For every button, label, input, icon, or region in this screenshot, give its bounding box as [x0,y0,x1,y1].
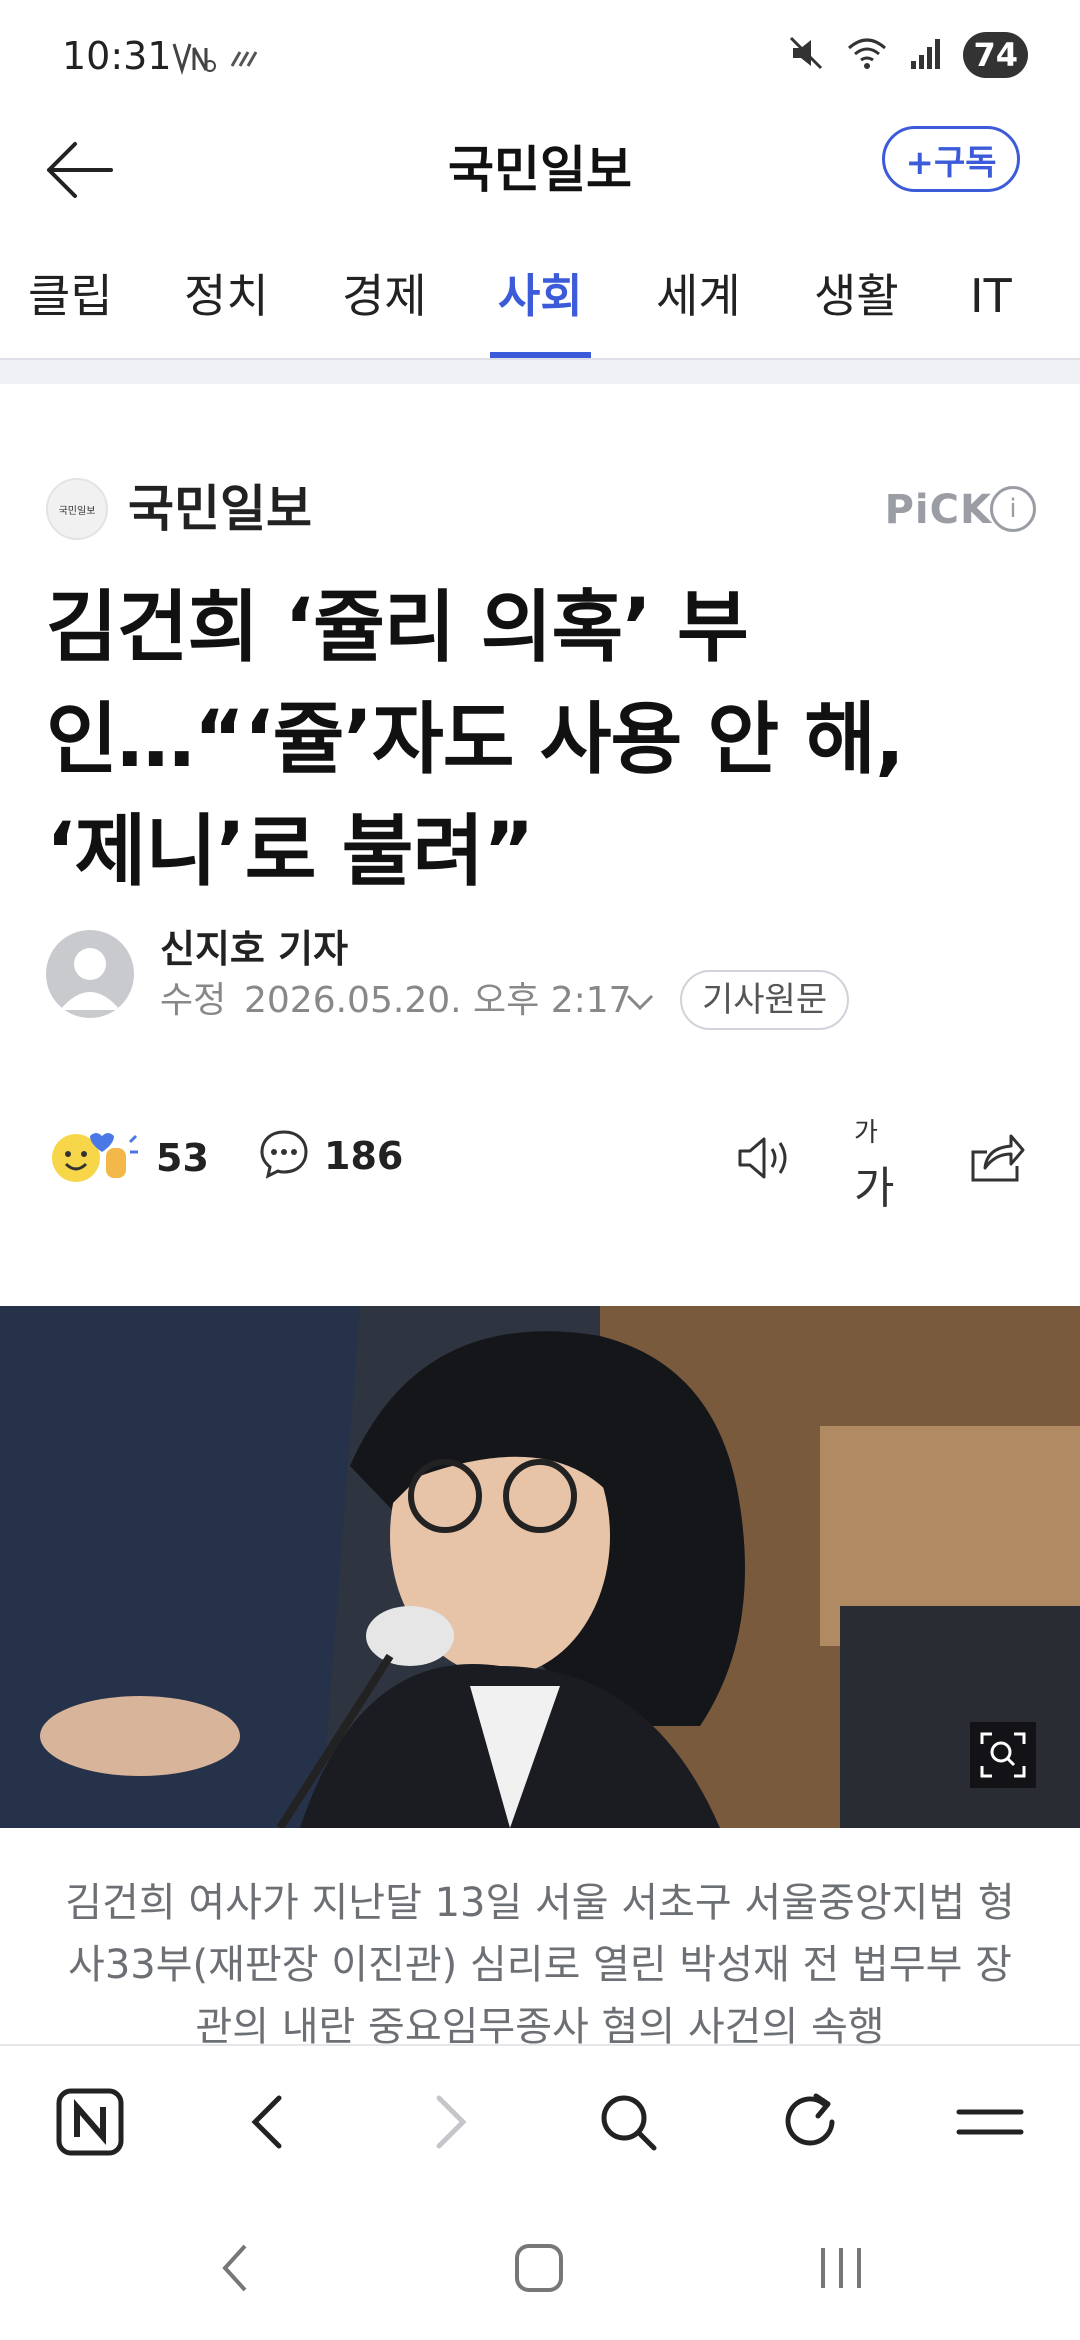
headline-line: 김건희 ‘쥴리 의혹’ 부 [46,583,749,673]
article-photo[interactable] [0,1306,1080,1828]
tab-it[interactable]: IT [970,240,1012,358]
comment-count: 186 [324,1134,404,1178]
data-icon [228,46,260,74]
chevron-down-icon[interactable] [620,986,660,1020]
tab-world[interactable]: 세계 [656,240,741,358]
info-icon[interactable]: i [990,486,1036,532]
status-bar: 10:31 74 [0,0,1080,110]
share-icon [971,1134,1025,1182]
menu-icon [956,2109,1024,2135]
press-row: 국민일보 국민일보 PiCK i [46,476,1036,546]
tab-life[interactable]: 생활 [814,240,899,358]
status-right-icons: 74 [787,32,1028,78]
article-actions: 53 186 가가 [46,1118,1036,1214]
refresh-button[interactable] [768,2080,852,2164]
search-button[interactable] [586,2080,670,2164]
home-square-icon [515,2244,563,2292]
pick-badge: PiCK [884,487,992,533]
avatar[interactable] [46,930,134,1018]
font-size-button[interactable]: 가가 [854,1118,918,1214]
tab-society[interactable]: 사회 [490,240,591,358]
mute-icon [787,34,825,76]
comment-icon [258,1128,310,1184]
status-left-icons [172,40,260,80]
edit-label: 수정 [160,980,227,1021]
zoom-button[interactable] [970,1722,1036,1788]
signal-icon [909,35,943,75]
original-article-button[interactable]: 기사원문 [680,970,850,1030]
tab-politics[interactable]: 정치 [184,240,269,358]
press-name[interactable]: 국민일보 [128,476,312,542]
naver-icon [56,2088,124,2156]
emoji-reaction-icon [50,1128,142,1188]
system-back-button[interactable] [190,2228,280,2308]
system-home-button[interactable] [494,2228,584,2308]
app-header: 국민일보 +구독 [0,110,1080,230]
browser-back-button[interactable] [226,2080,310,2164]
tab-economy[interactable]: 경제 [342,240,427,358]
comment-button[interactable]: 186 [258,1128,403,1184]
chevron-left-icon [222,2244,247,2292]
divider [0,358,1080,384]
reporter-name[interactable]: 신지호 기자 [160,924,348,974]
status-time: 10:31 [62,34,172,78]
byline: 신지호 기자 수정 2026.05.20. 오후 2:17 기사원문 [46,924,1036,1034]
headline-line: 인…“‘쥴’자도 사용 안 해, [46,695,905,785]
browser-toolbar [0,2044,1080,2194]
chevron-right-icon [436,2095,467,2149]
edit-date: 2026.05.20. 오후 2:17 [244,980,632,1021]
recents-icon [821,2248,861,2288]
battery-indicator: 74 [963,32,1028,78]
reaction-button[interactable]: 53 [50,1128,209,1188]
headline-line: ‘제니’로 불려” [46,807,534,897]
refresh-icon [785,2093,835,2146]
zoom-icon [980,1732,1026,1778]
photo-caption: 김건희 여사가 지난달 13일 서울 서초구 서울중앙지법 형사33부(재판장 … [65,1880,1015,2048]
menu-button[interactable] [948,2080,1032,2164]
chevron-left-icon [251,2095,282,2149]
system-recents-button[interactable] [796,2228,886,2308]
nfc-icon [172,40,216,80]
browser-forward-button[interactable] [408,2080,492,2164]
wifi-icon [845,34,889,76]
press-logo[interactable]: 국민일보 [46,478,108,540]
tab-clip[interactable]: 클립 [28,240,113,358]
font-size-icon: 가가 [854,1117,895,1214]
system-navigation [0,2194,1080,2340]
share-button[interactable] [964,1126,1028,1190]
speaker-icon [738,1137,787,1179]
reaction-count: 53 [156,1136,209,1180]
naver-home-button[interactable] [48,2080,132,2164]
category-tabs: 클립 정치 경제 사회 세계 생활 IT [0,240,1080,358]
article-headline: 김건희 ‘쥴리 의혹’ 부 인…“‘쥴’자도 사용 안 해, ‘제니’로 불려” [46,572,986,908]
search-icon [601,2095,657,2151]
tts-button[interactable] [732,1126,796,1190]
subscribe-button[interactable]: +구독 [882,126,1020,192]
